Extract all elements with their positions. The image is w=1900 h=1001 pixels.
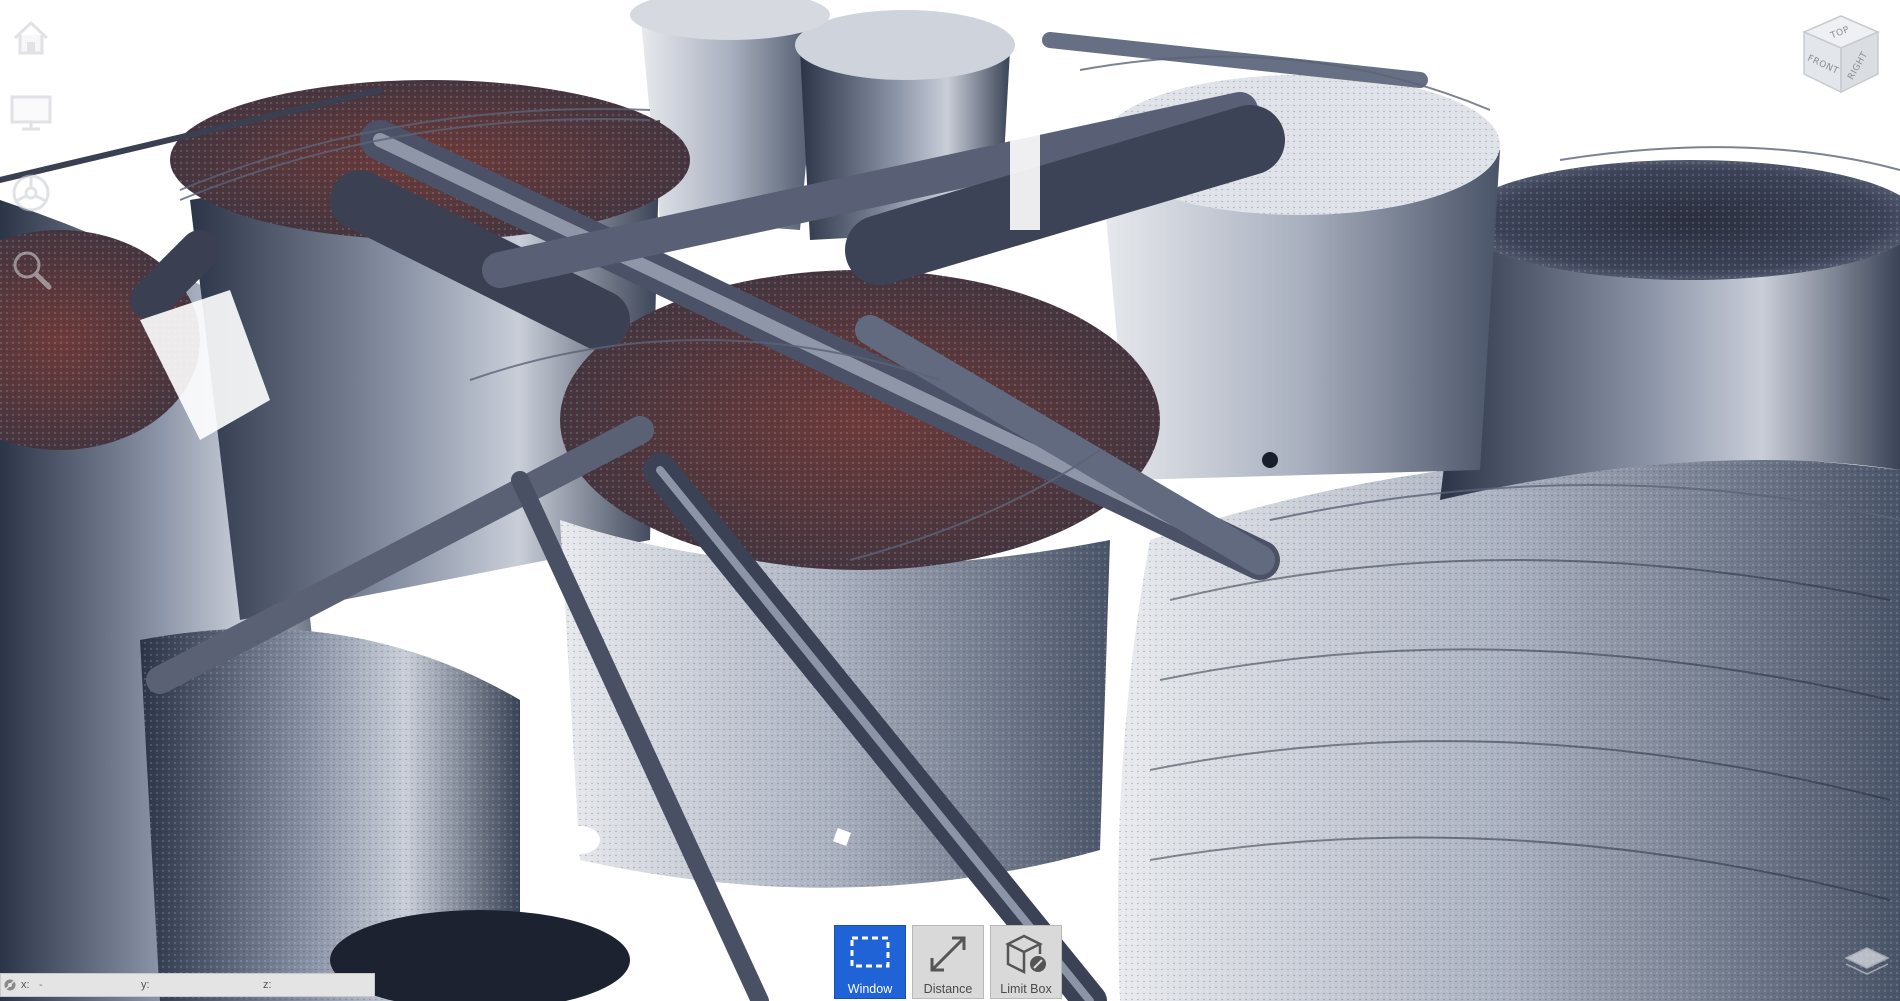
window-select-button[interactable]: Window: [834, 925, 906, 999]
layers-icon: [1844, 947, 1890, 975]
view-cube-icon: TOP FRONT RIGHT: [1802, 15, 1880, 94]
bottom-toolbar: Window Distance Limit Box: [834, 925, 1062, 1000]
gear-icon[interactable]: [3, 978, 17, 992]
distance-button[interactable]: Distance: [912, 925, 984, 999]
point-cloud-viewport[interactable]: TOP FRONT RIGHT Window Distance Limit Bo…: [0, 0, 1900, 1001]
home-button[interactable]: [6, 12, 56, 62]
limit-box-icon: [1005, 934, 1046, 975]
distance-label: Distance: [923, 982, 973, 996]
magnifier-icon: [13, 251, 52, 290]
view-cube[interactable]: TOP FRONT RIGHT: [1796, 12, 1886, 98]
layers-button[interactable]: [1842, 942, 1892, 982]
limit-box-label: Limit Box: [1000, 982, 1052, 996]
x-coordinate-value: -: [39, 979, 43, 991]
selection-window-icon: [850, 936, 890, 968]
monitor-icon: [10, 95, 52, 131]
point-cloud-scene[interactable]: [0, 0, 1900, 1001]
z-coordinate-label: z:: [263, 979, 272, 991]
x-coordinate-label: x:: [21, 979, 30, 991]
limit-box-button[interactable]: Limit Box: [990, 925, 1062, 999]
home-icon: [13, 20, 49, 55]
steering-wheel-icon: [12, 174, 50, 212]
window-select-label: Window: [847, 982, 893, 996]
coordinate-bar: x: - y: z:: [0, 973, 375, 997]
orbit-button[interactable]: [6, 168, 56, 218]
y-coordinate-label: y:: [141, 979, 150, 991]
zoom-button[interactable]: [6, 244, 56, 294]
fit-view-button[interactable]: [6, 88, 56, 138]
measure-distance-icon: [930, 936, 966, 972]
